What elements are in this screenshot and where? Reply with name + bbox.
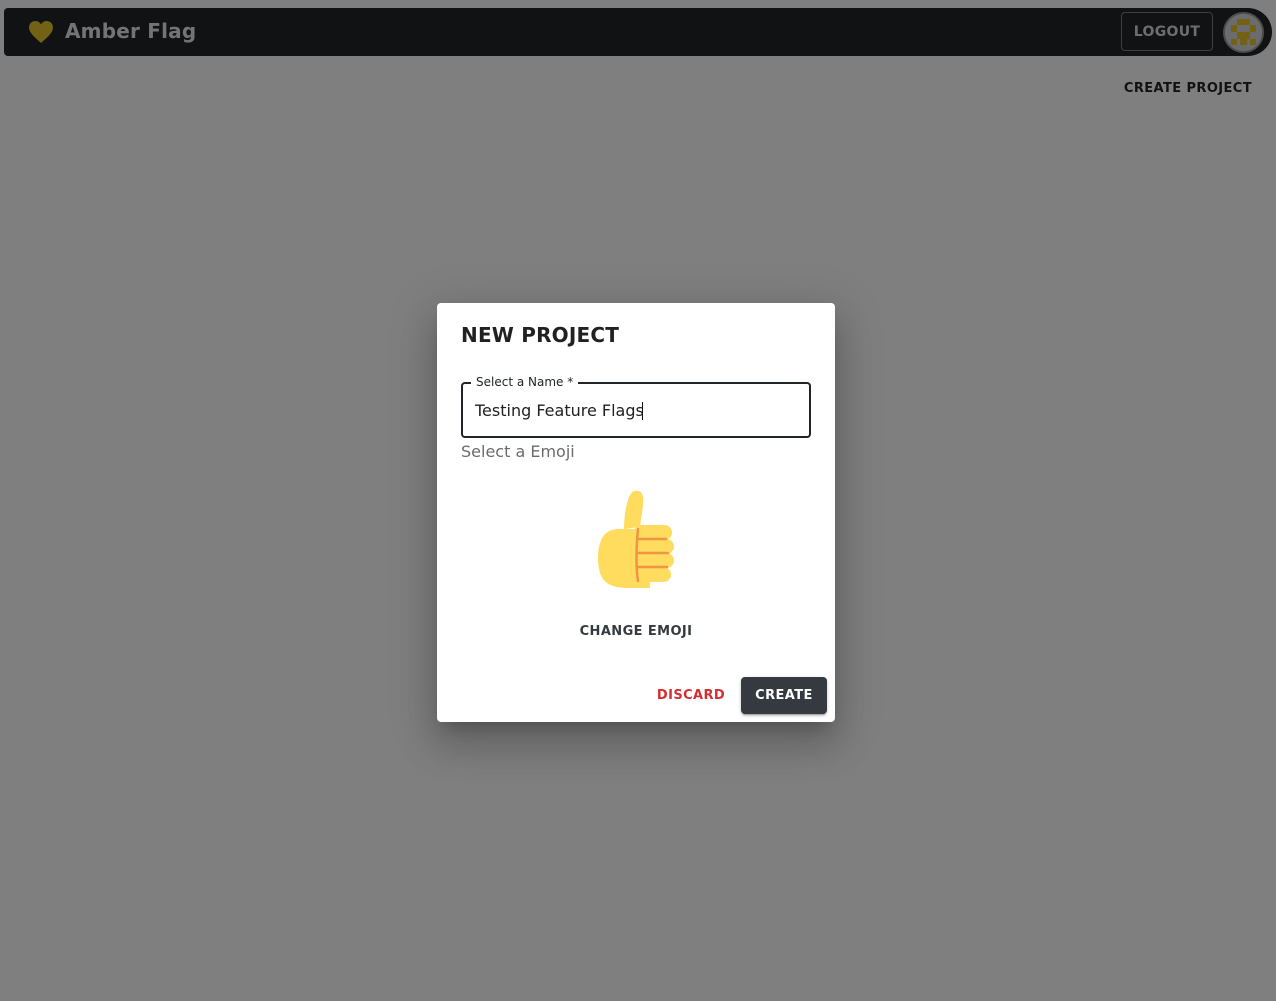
thumbs-up-icon — [596, 489, 676, 589]
emoji-label: Select a Emoji — [461, 442, 575, 461]
project-name-label: Select a Name * — [471, 375, 579, 389]
project-name-field[interactable]: Select a Name * — [461, 375, 811, 438]
discard-button[interactable]: DISCARD — [648, 679, 734, 711]
required-marker: * — [567, 375, 574, 389]
new-project-dialog: NEW PROJECT Select a Name * Select a Emo… — [437, 303, 835, 722]
project-name-input[interactable] — [475, 398, 795, 422]
dialog-title: NEW PROJECT — [461, 323, 620, 347]
text-cursor — [642, 402, 643, 420]
create-button[interactable]: CREATE — [741, 677, 827, 714]
change-emoji-button[interactable]: CHANGE EMOJI — [567, 616, 705, 646]
